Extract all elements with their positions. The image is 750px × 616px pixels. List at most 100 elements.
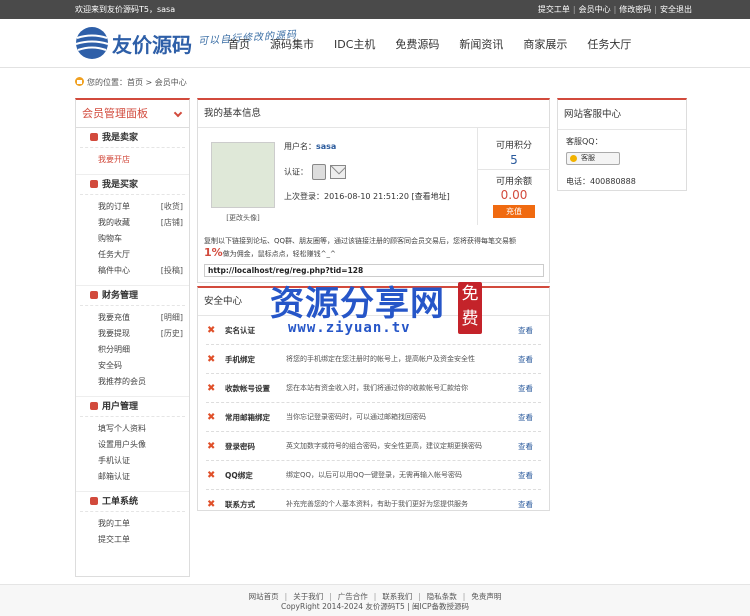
view-link[interactable]: 查看 bbox=[518, 461, 533, 490]
sidebar-section-user: 用户管理 填写个人资料 设置用户头像 手机认证 邮箱认证 bbox=[76, 397, 189, 492]
points-label: 可用积分 bbox=[495, 141, 532, 151]
sidebar-item-submissions[interactable]: 稿件中心 [投稿] bbox=[98, 263, 189, 279]
section-header: 我是买家 bbox=[80, 175, 185, 195]
points-value: 5 bbox=[510, 153, 518, 167]
sidebar-item-open-shop[interactable]: 我要开店 bbox=[98, 152, 189, 168]
submit-tag[interactable]: [投稿] bbox=[161, 263, 183, 279]
qq-service-button[interactable]: 客服 bbox=[566, 152, 620, 165]
customer-service-panel: 网站客服中心 客服QQ： 客服 电话：400880888 bbox=[557, 98, 687, 191]
footer-link-about[interactable]: 关于我们 bbox=[293, 592, 323, 601]
top-bar: 欢迎来到友价源码T5，sasa 提交工单 | 会员中心 | 修改密码 | 安全退出 bbox=[0, 0, 750, 19]
sidebar-item-profile[interactable]: 填写个人资料 bbox=[98, 421, 189, 437]
nav-news[interactable]: 新闻资讯 bbox=[459, 38, 503, 58]
qq-label: 客服QQ： bbox=[566, 137, 603, 146]
submit-ticket-link[interactable]: 提交工单 bbox=[538, 5, 570, 14]
section-title: 用户管理 bbox=[102, 402, 139, 412]
avatar[interactable] bbox=[211, 142, 275, 208]
security-row-qq: ✖ QQ绑定 绑定QQ，以后可以用QQ一键登录，无需再输入帐号密码 查看 bbox=[206, 461, 541, 490]
balance-label: 可用余额 bbox=[495, 177, 532, 187]
user-info: 用户名：sasa 认证： 上次登录：2016-08-10 21:51:20 [查… bbox=[284, 140, 450, 214]
security-row-payee: ✖ 收款帐号设置 您在本站有资金收入时，我们将通过你的收款帐号汇款给你 查看 bbox=[206, 374, 541, 403]
sidebar-item-cart[interactable]: 购物车 bbox=[98, 231, 189, 247]
sidebar-title[interactable]: 会员管理面板 bbox=[76, 100, 189, 128]
member-sidebar: 会员管理面板 我是卖家 我要开店 我是买家 我的订单 [收货] 我的收藏 [店铺] … bbox=[75, 98, 190, 577]
sidebar-item-my-favorites[interactable]: 我的收藏 [店铺] bbox=[98, 215, 189, 231]
nav-home[interactable]: 首页 bbox=[228, 38, 250, 58]
invite-link-field[interactable]: http://localhost/reg/reg.php?tid=128 bbox=[204, 264, 544, 277]
copyright: CopyRight 2014-2024 友价源码T5 | 闽ICP备教授源码 bbox=[280, 602, 470, 611]
shop-tag[interactable]: [店铺] bbox=[161, 215, 183, 231]
logout-link[interactable]: 安全退出 bbox=[660, 5, 692, 14]
top-links: 提交工单 | 会员中心 | 修改密码 | 安全退出 bbox=[537, 5, 692, 14]
ticket-icon bbox=[90, 497, 98, 505]
section-title: 财务管理 bbox=[102, 291, 139, 301]
section-header: 用户管理 bbox=[80, 397, 185, 417]
view-ip-link[interactable]: [查看地址] bbox=[412, 192, 450, 201]
sidebar-item-phone-verify[interactable]: 手机认证 bbox=[98, 453, 189, 469]
change-password-link[interactable]: 修改密码 bbox=[619, 5, 651, 14]
sidebar-item-recharge[interactable]: 我要充值 [明细] bbox=[98, 310, 189, 326]
main-nav: 首页 源码集市 IDC主机 免费源码 新闻资讯 商家展示 任务大厅 bbox=[228, 38, 651, 58]
view-link[interactable]: 查看 bbox=[518, 432, 533, 461]
sidebar-section-seller: 我是卖家 我要开店 bbox=[76, 128, 189, 175]
panel-title: 安全中心 bbox=[198, 288, 549, 316]
invite-text-1: 复制以下链接到论坛、QQ群、朋友圈等，通过该链接注册的顾客同会员交易后，您将获得… bbox=[204, 237, 517, 245]
security-row-phone: ✖ 手机绑定 将您的手机绑定在您注册时的帐号上，提高帐户及资金安全性 查看 bbox=[206, 345, 541, 374]
sidebar-item-task-hall[interactable]: 任务大厅 bbox=[98, 247, 189, 263]
view-link[interactable]: 查看 bbox=[518, 403, 533, 432]
footer-link-disclaimer[interactable]: 免责声明 bbox=[471, 592, 501, 601]
email-verify-icon[interactable] bbox=[330, 165, 346, 179]
nav-merchants[interactable]: 商家展示 bbox=[523, 38, 567, 58]
view-link[interactable]: 查看 bbox=[518, 374, 533, 403]
logo-text: 友价源码 bbox=[112, 33, 192, 57]
cross-icon: ✖ bbox=[207, 470, 216, 481]
footer-link-contact[interactable]: 联系我们 bbox=[382, 592, 412, 601]
nav-idc-host[interactable]: IDC主机 bbox=[334, 38, 375, 58]
view-link[interactable]: 查看 bbox=[518, 490, 533, 519]
chevron-down-icon bbox=[173, 108, 183, 118]
invite-text-2: 做为佣金，鼠标点点，轻松赚钱^_^ bbox=[222, 250, 336, 258]
footer-links: 网站首页 | 关于我们 | 广告合作 | 联系我们 | 隐私条款 | 免责声明 bbox=[248, 592, 502, 601]
member-center-link[interactable]: 会员中心 bbox=[579, 5, 611, 14]
sidebar-item-email-verify[interactable]: 邮箱认证 bbox=[98, 469, 189, 485]
sidebar-item-my-tickets[interactable]: 我的工单 bbox=[98, 516, 189, 532]
sidebar-item-avatar[interactable]: 设置用户头像 bbox=[98, 437, 189, 453]
view-link[interactable]: 查看 bbox=[518, 345, 533, 374]
footer-link-privacy[interactable]: 隐私条款 bbox=[427, 592, 457, 601]
sidebar-item-my-orders[interactable]: 我的订单 [收货] bbox=[98, 199, 189, 215]
sidebar-section-finance: 财务管理 我要充值 [明细] 我要提现 [历史] 积分明细 安全码 我推荐的会员 bbox=[76, 286, 189, 397]
site-logo[interactable]: 友价源码 bbox=[74, 23, 194, 63]
invite-percent: 1% bbox=[204, 246, 223, 259]
panel-title: 网站客服中心 bbox=[558, 100, 686, 130]
security-center-panel: 安全中心 ✖ 实名认证 查看 ✖ 手机绑定 将您的手机绑定在您注册时的帐号上，提高帐户及… bbox=[197, 286, 550, 511]
sidebar-item-security-code[interactable]: 安全码 bbox=[98, 358, 189, 374]
last-login-value: 2016-08-10 21:51:20 bbox=[324, 192, 409, 201]
change-avatar-link[interactable]: [更改头像] bbox=[211, 213, 275, 223]
history-tag[interactable]: [历史] bbox=[161, 326, 183, 342]
account-summary: 可用积分 5 可用余额 0.00 充值 bbox=[477, 128, 550, 225]
nav-task-hall[interactable]: 任务大厅 bbox=[587, 38, 631, 58]
view-link[interactable]: 查看 bbox=[518, 316, 533, 345]
detail-tag[interactable]: [明细] bbox=[161, 310, 183, 326]
verify-label: 认证： bbox=[284, 167, 308, 177]
service-phone: 电话：400880888 bbox=[566, 177, 636, 186]
sidebar-item-points[interactable]: 积分明细 bbox=[98, 342, 189, 358]
phone-verify-icon[interactable] bbox=[312, 164, 326, 180]
sidebar-item-referrals[interactable]: 我推荐的会员 bbox=[98, 374, 189, 390]
section-title: 我是买家 bbox=[102, 180, 139, 190]
sidebar-item-submit-ticket[interactable]: 提交工单 bbox=[98, 532, 189, 548]
nav-source-market[interactable]: 源码集市 bbox=[270, 38, 314, 58]
section-header: 工单系统 bbox=[80, 492, 185, 512]
receive-tag[interactable]: [收货] bbox=[161, 199, 183, 215]
footer-link-ads[interactable]: 广告合作 bbox=[338, 592, 368, 601]
nav-free-source[interactable]: 免费源码 bbox=[395, 38, 439, 58]
footer-link-home[interactable]: 网站首页 bbox=[249, 592, 279, 601]
last-login-label: 上次登录： bbox=[284, 192, 324, 201]
section-header: 财务管理 bbox=[80, 286, 185, 306]
recharge-button[interactable]: 充值 bbox=[493, 205, 535, 218]
security-row-contact: ✖ 联系方式 补充完善您的个人基本资料，有助于我们更好为您提供服务 查看 bbox=[206, 490, 541, 519]
security-row-realname: ✖ 实名认证 查看 bbox=[206, 316, 541, 345]
sidebar-item-withdraw[interactable]: 我要提现 [历史] bbox=[98, 326, 189, 342]
buyer-icon bbox=[90, 180, 98, 188]
user-icon bbox=[90, 402, 98, 410]
